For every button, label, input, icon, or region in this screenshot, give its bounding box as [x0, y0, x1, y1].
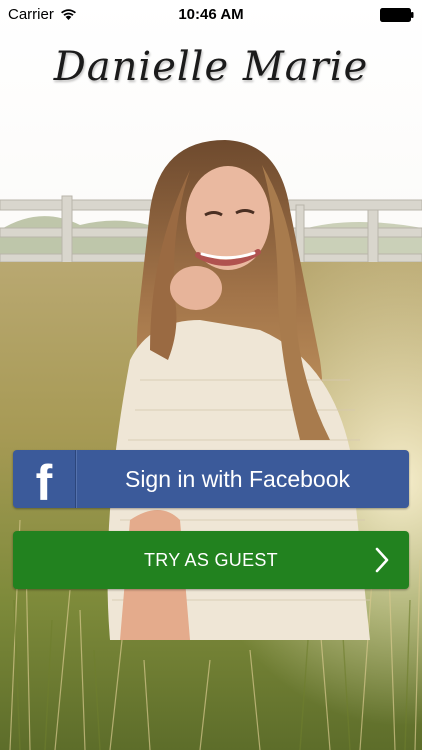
try-as-guest-label: TRY AS GUEST — [144, 549, 278, 570]
login-screen: Carrier 10:46 AM Danielle Marie f Sign i… — [0, 0, 422, 750]
chevron-right-icon — [375, 547, 389, 573]
status-bar: Carrier 10:46 AM — [0, 0, 422, 30]
facebook-signin-label: Sign in with Facebook — [124, 465, 350, 492]
battery-icon — [380, 8, 414, 22]
facebook-signin-button[interactable]: f Sign in with Facebook — [13, 450, 409, 511]
status-time: 10:46 AM — [178, 6, 244, 23]
facebook-icon-container: f — [13, 450, 76, 511]
facebook-icon: f — [35, 455, 53, 511]
try-as-guest-button[interactable]: TRY AS GUEST — [13, 531, 409, 589]
background-photo — [0, 0, 422, 750]
app-title: Danielle Marie — [53, 44, 369, 90]
